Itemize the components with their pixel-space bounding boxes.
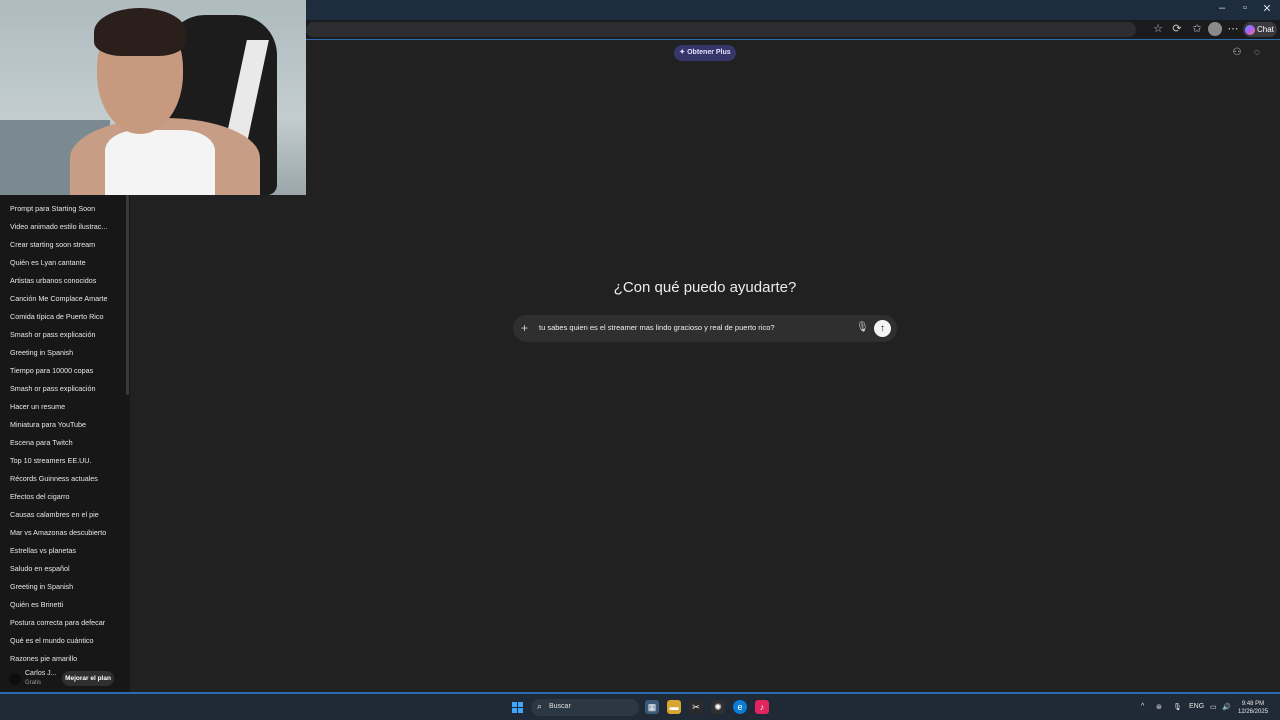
sidebar-chat-item[interactable]: Saludo en español — [10, 564, 70, 573]
tray-chevron-icon[interactable]: ^ — [1141, 703, 1144, 710]
sidebar-chat-item[interactable]: Razones pie amarillo — [10, 654, 77, 663]
close-icon[interactable]: ✕ — [1258, 2, 1276, 15]
sidebar-chat-item[interactable]: Canción Me Complace Amarte — [10, 294, 107, 303]
sidebar-chat-item[interactable]: Prompt para Starting Soon — [10, 204, 95, 213]
prompt-composer[interactable]: + tu sabes quien es el streamer mas lind… — [513, 315, 897, 342]
sidebar-chat-item[interactable]: Quién es Lyan cantante — [10, 258, 86, 267]
sidebar-chat-item[interactable]: Causas calambres en el pie — [10, 510, 99, 519]
capcut-icon[interactable]: ✂ — [689, 700, 703, 714]
sidebar-chat-item[interactable]: Efectos del cigarro — [10, 492, 70, 501]
system-clock[interactable]: 9:48 PM 12/26/2025 — [1238, 700, 1268, 716]
search-icon: ⌕ — [537, 701, 543, 711]
mic-tray-icon[interactable]: 🎙 — [1173, 703, 1182, 711]
page-title: ¿Con qué puedo ayudarte? — [613, 279, 797, 296]
sidebar-chat-item[interactable]: Qué es el mundo cuántico — [10, 636, 94, 645]
sidebar-chat-item[interactable]: Smash or pass explicación — [10, 384, 96, 393]
sidebar-scrollbar[interactable] — [126, 195, 129, 395]
webcam-overlay — [0, 0, 306, 195]
vpn-icon[interactable]: ⊛ — [1156, 703, 1162, 711]
taskbar-search[interactable]: ⌕ Buscar — [531, 699, 639, 716]
user-name: Carlos J... — [25, 670, 57, 677]
extensions-icon[interactable]: ⟳ — [1170, 22, 1184, 36]
upgrade-plan-button[interactable]: Mejorar el plan — [62, 671, 114, 686]
sidebar-chat-item[interactable]: Crear starting soon stream — [10, 240, 95, 249]
copilot-chat-button[interactable]: Chat — [1243, 22, 1277, 37]
windows-start-icon[interactable] — [512, 702, 524, 714]
send-button[interactable]: ↑ — [874, 320, 891, 337]
sidebar-chat-item[interactable]: Postura correcta para defecar — [10, 618, 105, 627]
sidebar-chat-item[interactable]: Escena para Twitch — [10, 438, 73, 447]
sidebar-chat-item[interactable]: Greeting in Spanish — [10, 348, 73, 357]
sidebar-chat-item[interactable]: Video animado estilo ilustrac... — [10, 222, 107, 231]
sidebar-chat-item[interactable]: Smash or pass explicación — [10, 330, 96, 339]
star-icon[interactable]: ☆ — [1151, 22, 1165, 36]
profile-avatar[interactable] — [1208, 22, 1222, 36]
chatgpt-icon[interactable]: ✺ — [711, 700, 725, 714]
account-icon[interactable]: ⚇ — [1231, 47, 1243, 59]
edge-icon[interactable]: e — [733, 700, 747, 714]
sidebar-chat-item[interactable]: Artistas urbanos conocidos — [10, 276, 96, 285]
calendar-app-icon[interactable]: ▦ — [645, 700, 659, 714]
copilot-icon — [1245, 24, 1255, 35]
sidebar-chat-item[interactable]: Top 10 streamers EE.UU. — [10, 456, 92, 465]
sidebar-chat-item[interactable]: Comida típica de Puerto Rico — [10, 312, 103, 321]
sidebar-chat-item[interactable]: Estrellas vs planetas — [10, 546, 76, 555]
microphone-icon[interactable]: 🎙 — [856, 322, 869, 333]
user-plan: Gratis — [25, 680, 42, 686]
more-icon[interactable]: ⋯ — [1226, 22, 1240, 36]
address-bar[interactable] — [306, 22, 1136, 37]
network-icon[interactable]: ▭ — [1210, 703, 1217, 711]
minimize-icon[interactable]: – — [1213, 2, 1231, 14]
sidebar-chat-item[interactable]: Mar vs Amazonas descubierto — [10, 528, 106, 537]
get-plus-button[interactable]: ✦ Obtener Plus — [674, 45, 736, 61]
file-explorer-icon[interactable]: ▬ — [667, 700, 681, 714]
tiktok-icon[interactable]: ♪ — [755, 700, 769, 714]
sidebar-chat-item[interactable]: Récords Guinness actuales — [10, 474, 98, 483]
sidebar-chat-item[interactable]: Miniatura para YouTube — [10, 420, 86, 429]
favorites-icon[interactable]: ✩ — [1190, 22, 1204, 36]
sidebar-chat-item[interactable]: Greeting in Spanish — [10, 582, 73, 591]
sidebar: Prompt para Starting Soon Video animado e… — [0, 195, 130, 692]
sidebar-chat-item[interactable]: Tiempo para 10000 copas — [10, 366, 93, 375]
sidebar-chat-item[interactable]: Hacer un resume — [10, 402, 65, 411]
avatar[interactable] — [9, 673, 21, 685]
temporary-chat-icon[interactable]: ◌ — [1251, 47, 1263, 59]
prompt-input[interactable]: tu sabes quien es el streamer mas lindo … — [539, 323, 775, 332]
plus-icon[interactable]: + — [521, 321, 528, 335]
language-indicator[interactable]: ENG — [1189, 703, 1204, 710]
volume-icon[interactable]: 🔊 — [1222, 703, 1231, 711]
restore-icon[interactable]: ▫ — [1236, 2, 1254, 14]
sidebar-chat-item[interactable]: Quién es Brinetti — [10, 600, 63, 609]
taskbar — [0, 694, 1280, 720]
